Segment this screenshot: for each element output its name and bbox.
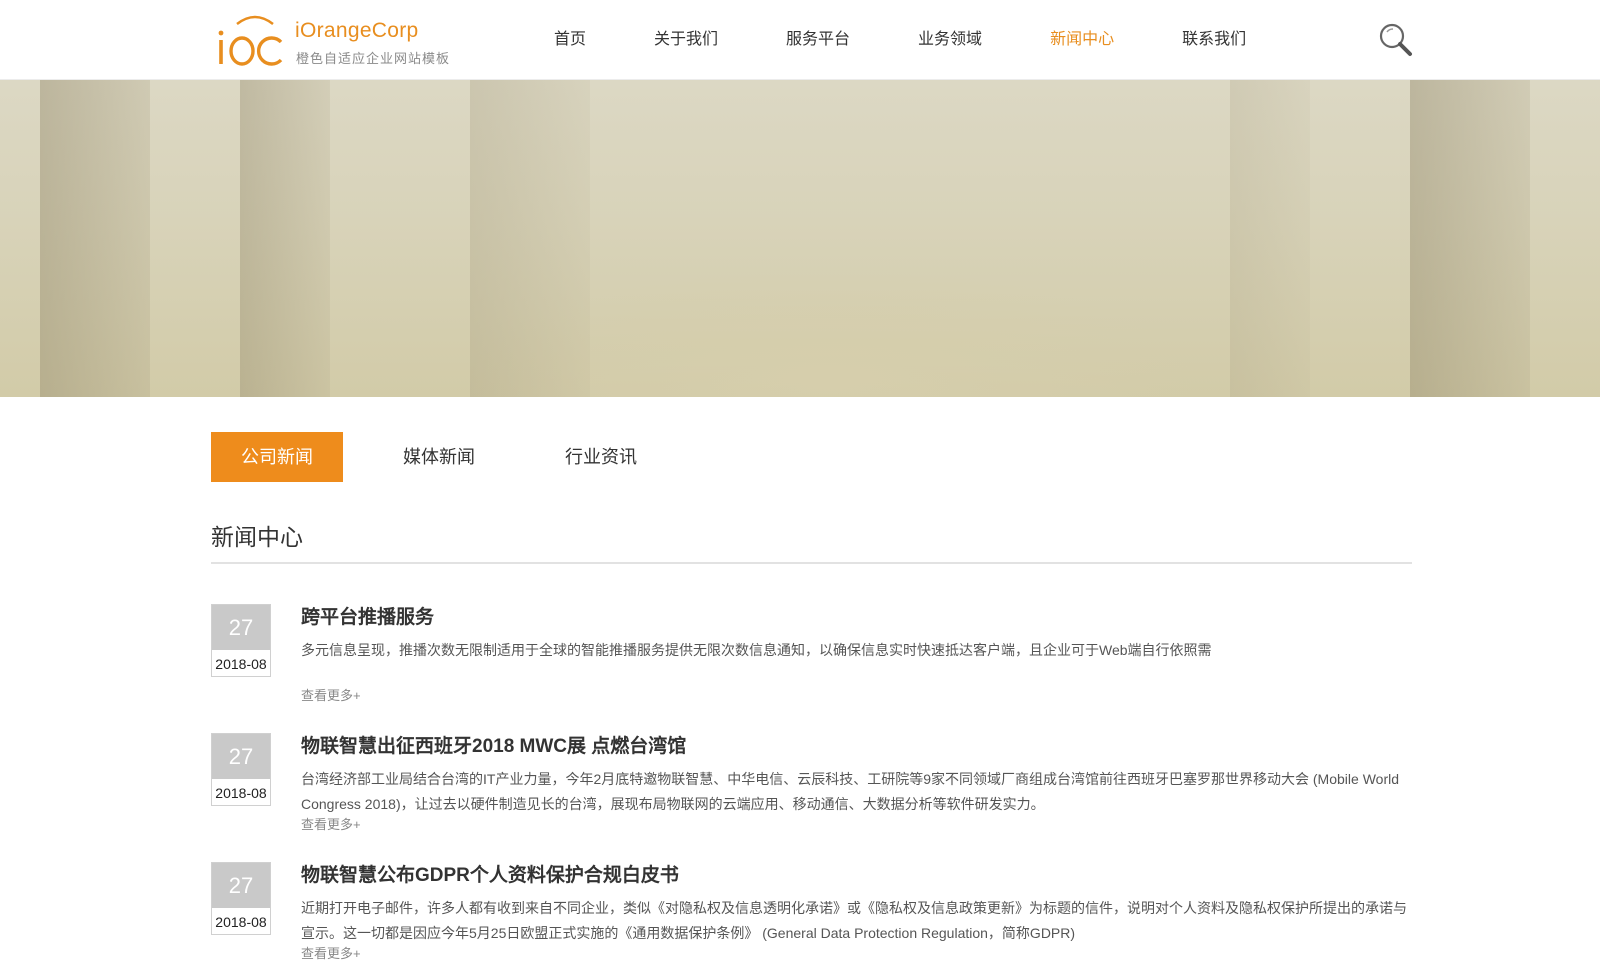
tab-company-news[interactable]: 公司新闻 — [211, 432, 343, 482]
news-description: 多元信息呈现，推播次数无限制适用于全球的智能推播服务提供无限次数信息通知，以确保… — [301, 642, 1212, 658]
date-badge: 27 2018-08 — [211, 733, 271, 806]
hero-banner — [0, 80, 1600, 397]
nav-item-news[interactable]: 新闻中心 — [1016, 0, 1148, 80]
search-icon[interactable] — [1378, 22, 1414, 58]
date-day: 27 — [212, 605, 270, 650]
logo-name: iOrangeCorp — [295, 19, 419, 42]
ioc-logo-icon — [218, 15, 283, 66]
date-year-month: 2018-08 — [215, 914, 267, 930]
banner-tree-trunk — [470, 80, 590, 397]
tab-media-news[interactable]: 媒体新闻 — [373, 432, 505, 482]
banner-tree-trunk — [40, 80, 150, 397]
nav-item-home[interactable]: 首页 — [520, 0, 620, 80]
main-nav: 首页 关于我们 服务平台 业务领域 新闻中心 联系我们 — [520, 0, 1280, 80]
nav-item-business[interactable]: 业务领域 — [884, 0, 1016, 80]
read-more-link[interactable]: 查看更多+ — [301, 814, 361, 833]
nav-item-about[interactable]: 关于我们 — [620, 0, 752, 80]
news-title[interactable]: 物联智慧出征西班牙2018 MWC展 点燃台湾馆 — [301, 733, 686, 761]
date-badge: 27 2018-08 — [211, 604, 271, 677]
read-more-link[interactable]: 查看更多+ — [301, 943, 361, 962]
news-category-tabs: 公司新闻 媒体新闻 行业资讯 — [211, 432, 697, 482]
banner-tree-trunk — [1230, 80, 1310, 397]
date-year-month: 2018-08 — [215, 656, 267, 672]
date-day: 27 — [212, 734, 270, 779]
news-list-item: 27 2018-08 跨平台推播服务 多元信息呈现，推播次数无限制适用于全球的智… — [211, 604, 1412, 724]
news-title[interactable]: 跨平台推播服务 — [301, 604, 434, 632]
date-badge: 27 2018-08 — [211, 862, 271, 935]
banner-tree-trunk — [240, 80, 330, 397]
news-title[interactable]: 物联智慧公布GDPR个人资料保护合规白皮书 — [301, 862, 679, 890]
tab-industry-info[interactable]: 行业资讯 — [535, 432, 667, 482]
read-more-link[interactable]: 查看更多+ — [301, 685, 361, 704]
news-list-item: 27 2018-08 物联智慧公布GDPR个人资料保护合规白皮书 近期打开电子邮… — [211, 862, 1412, 979]
banner-tree-trunk — [1410, 80, 1530, 397]
site-logo[interactable]: iOrangeCorp 橙色自适应企业网站模板 — [215, 12, 465, 68]
nav-item-services[interactable]: 服务平台 — [752, 0, 884, 80]
section-divider — [211, 562, 1412, 564]
section-title: 新闻中心 — [211, 524, 303, 550]
news-list-item: 27 2018-08 物联智慧出征西班牙2018 MWC展 点燃台湾馆 台湾经济… — [211, 733, 1412, 853]
logo-subtitle: 橙色自适应企业网站模板 — [296, 51, 451, 66]
news-description: 台湾经济部工业局结合台湾的IT产业力量，今年2月底特邀物联智慧、中华电信、云辰科… — [301, 771, 1399, 812]
news-description: 近期打开电子邮件，许多人都有收到来自不同企业，类似《对隐私权及信息透明化承诺》或… — [301, 900, 1407, 941]
date-year-month: 2018-08 — [215, 785, 267, 801]
nav-item-contact[interactable]: 联系我们 — [1148, 0, 1280, 80]
site-header: iOrangeCorp 橙色自适应企业网站模板 首页 关于我们 服务平台 业务领… — [0, 0, 1600, 80]
date-day: 27 — [212, 863, 270, 908]
